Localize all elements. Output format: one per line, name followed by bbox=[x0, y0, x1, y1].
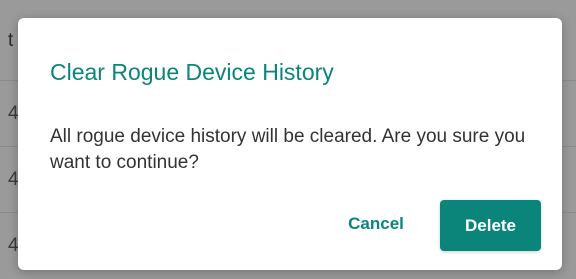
background-table-cell: 4 bbox=[8, 235, 19, 256]
cancel-button[interactable]: Cancel bbox=[336, 206, 416, 242]
dialog-message: All rogue device history will be cleared… bbox=[50, 126, 526, 173]
confirm-dialog: Clear Rogue Device History All rogue dev… bbox=[18, 18, 562, 270]
background-table-cell: 4 bbox=[8, 169, 19, 190]
background-table-cell: 4 bbox=[8, 103, 19, 124]
dialog-title: Clear Rogue Device History bbox=[50, 59, 334, 85]
delete-button[interactable]: Delete bbox=[440, 200, 541, 251]
background-column-header: t bbox=[8, 30, 14, 51]
